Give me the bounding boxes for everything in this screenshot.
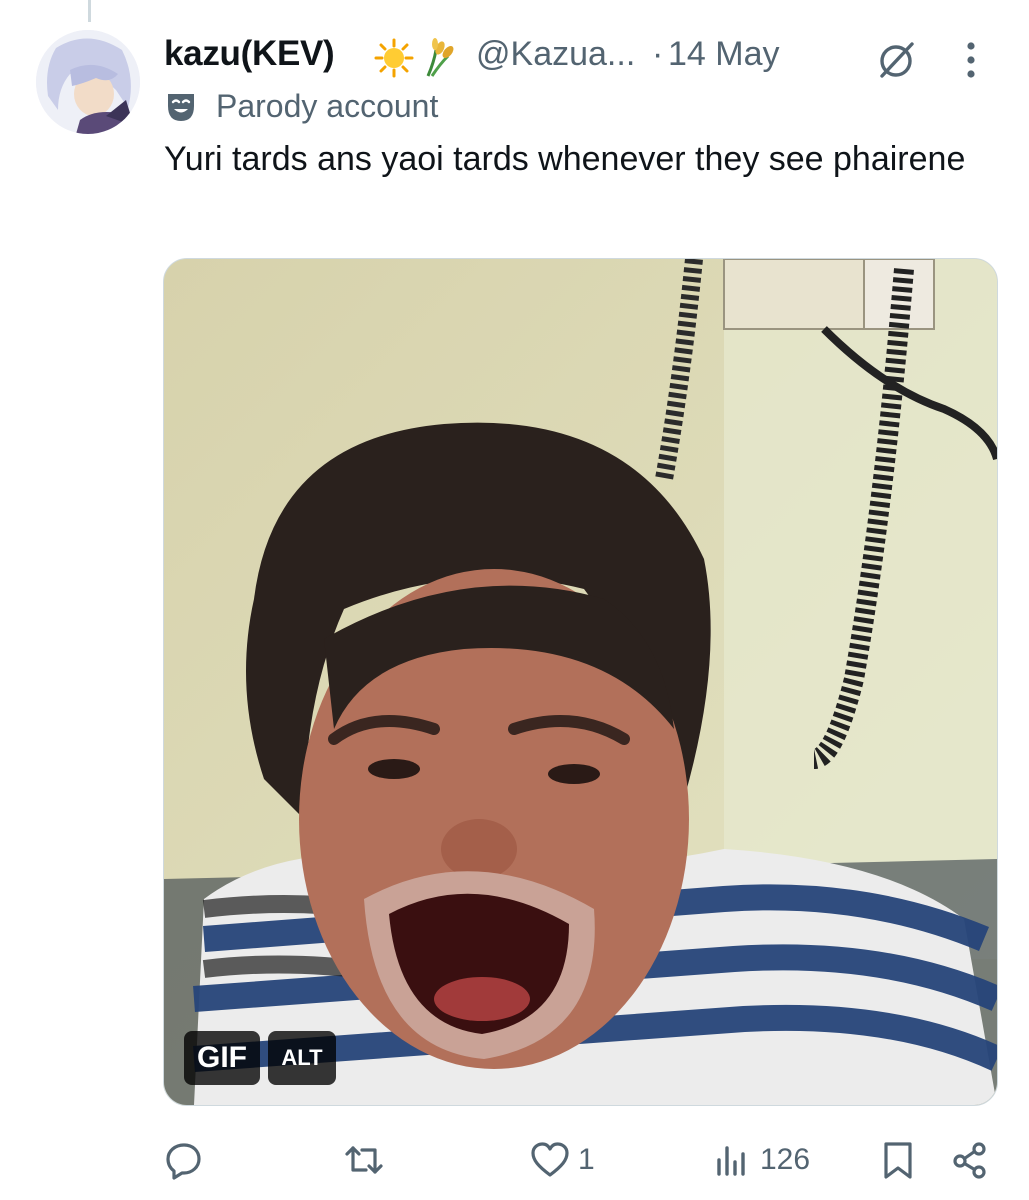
theater-mask-icon (168, 94, 194, 121)
share-icon (953, 1142, 986, 1179)
share-button[interactable] (950, 1130, 990, 1190)
alt-text-badge[interactable]: ALT (268, 1031, 336, 1085)
reply-button[interactable] (164, 1130, 212, 1190)
date-separator: · (652, 35, 664, 73)
heart-icon (531, 1142, 569, 1177)
tweet-text: Yuri tards ans yaoi tards whenever they … (164, 140, 966, 178)
avatar-image (36, 30, 140, 134)
sun-emoji (374, 38, 414, 78)
post-date[interactable]: 14 May (668, 35, 780, 74)
like-button[interactable]: 1 (530, 1130, 595, 1190)
tweet-action-bar: 1 126 (0, 1130, 1029, 1190)
gif-badge: GIF (184, 1031, 260, 1085)
repost-button[interactable] (344, 1130, 392, 1190)
parody-account-label: Parody account (216, 88, 439, 124)
bookmark-button[interactable] (878, 1130, 918, 1190)
views-icon (717, 1146, 745, 1176)
avatar[interactable] (36, 30, 140, 134)
views-count: 126 (760, 1143, 811, 1176)
more-options-icon[interactable] (956, 38, 986, 82)
grok-icon[interactable] (874, 38, 918, 82)
bookmark-icon (884, 1142, 912, 1179)
gif-media[interactable]: GIF ALT (163, 258, 998, 1106)
rice-sheaf-emoji (426, 38, 454, 77)
tweet-header: kazu(KEV) @Kazua... · 14 May (164, 30, 994, 84)
like-count: 1 (578, 1143, 595, 1176)
reply-icon (166, 1143, 201, 1180)
display-name[interactable]: kazu(KEV) (164, 34, 335, 74)
views-button[interactable]: 126 (712, 1130, 810, 1190)
author-handle[interactable]: @Kazua... (476, 35, 635, 74)
gif-frame-image (164, 259, 997, 1105)
thread-connector-line (88, 0, 91, 22)
repost-icon (345, 1146, 383, 1174)
